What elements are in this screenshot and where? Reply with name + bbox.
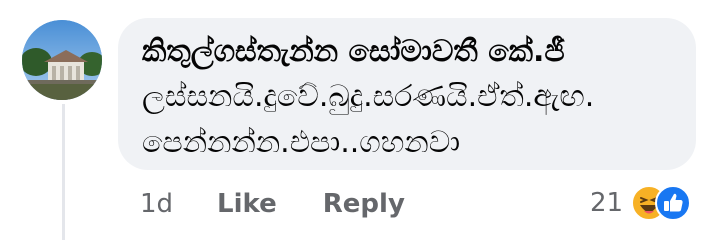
reaction-icons — [631, 183, 693, 223]
avatar[interactable] — [22, 20, 102, 100]
like-icon — [655, 185, 692, 221]
reply-thread-line — [62, 104, 65, 240]
author-name[interactable]: කිතුල්ගස්තැන්න සෝමාවතී කේ.ජී — [142, 32, 670, 72]
comment: කිතුල්ගස්තැන්න සෝමාවතී කේ.ජී ලස්සනයි.දුව… — [0, 0, 720, 240]
comment-bubble: කිතුල්ගස්තැන්න සෝමාවතී කේ.ජී ලස්සනයි.දුව… — [118, 18, 696, 170]
timestamp[interactable]: 1d — [140, 189, 173, 219]
reaction-summary[interactable]: 21 — [590, 182, 693, 224]
reply-button[interactable]: Reply — [323, 189, 405, 219]
like-button[interactable]: Like — [217, 189, 277, 219]
comment-actions: 1d Like Reply — [140, 184, 405, 224]
reaction-count: 21 — [590, 188, 624, 218]
comment-text: ලස්සනයි.දුවේ.බුදු.සරණයි.ඒත්.ඇඟ. පෙන්නන්න… — [142, 79, 595, 160]
avatar-temple-photo-icon — [22, 20, 102, 100]
